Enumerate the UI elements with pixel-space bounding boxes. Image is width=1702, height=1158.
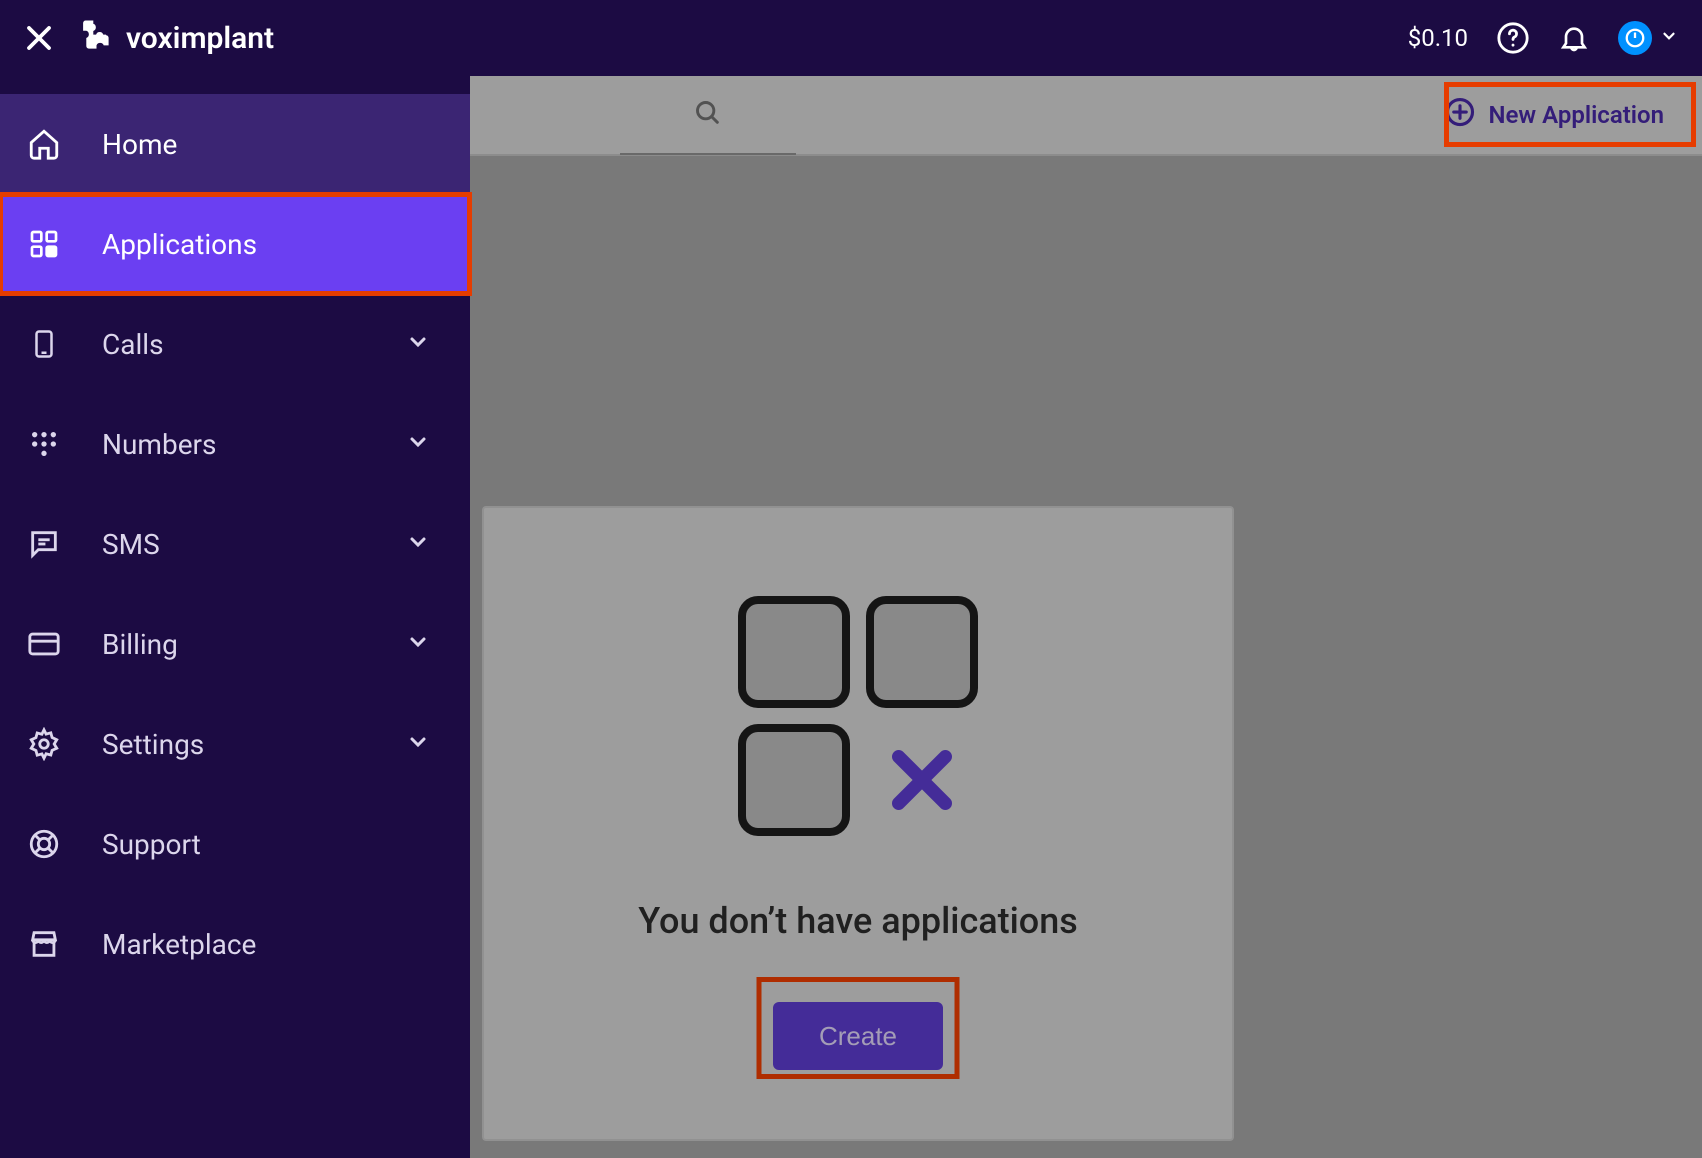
empty-applications-icon xyxy=(738,596,978,836)
sidebar-item-label: SMS xyxy=(102,528,160,561)
topbar-left: voximplant xyxy=(24,18,274,58)
brand-name: voximplant xyxy=(126,21,274,56)
card-icon xyxy=(26,626,62,662)
sidebar-item-label: Marketplace xyxy=(102,928,256,961)
brand-logo[interactable]: voximplant xyxy=(78,18,274,58)
avatar xyxy=(1618,21,1652,55)
sidebar: Home Applications Calls Numbers xyxy=(0,76,470,1158)
home-icon xyxy=(26,126,62,162)
new-application-button[interactable]: New Application xyxy=(1431,87,1678,143)
plus-circle-icon xyxy=(1445,97,1475,133)
close-button[interactable] xyxy=(24,23,54,53)
sidebar-item-applications[interactable]: Applications xyxy=(0,194,470,294)
notifications-button[interactable] xyxy=(1558,22,1590,54)
sidebar-item-label: Settings xyxy=(102,728,204,761)
chevron-down-icon xyxy=(406,328,430,361)
sidebar-item-label: Calls xyxy=(102,328,164,361)
topbar: voximplant $0.10 xyxy=(0,0,1702,76)
create-button[interactable]: Create xyxy=(773,1002,943,1070)
sidebar-item-numbers[interactable]: Numbers xyxy=(0,394,470,494)
new-application-label: New Application xyxy=(1489,101,1664,129)
phone-icon xyxy=(26,326,62,362)
sidebar-item-label: Numbers xyxy=(102,428,216,461)
sidebar-item-calls[interactable]: Calls xyxy=(0,294,470,394)
sidebar-item-support[interactable]: Support xyxy=(0,794,470,894)
balance-amount[interactable]: $0.10 xyxy=(1408,24,1468,52)
main-area: New Application You don’t have applicati… xyxy=(470,76,1702,1158)
puzzle-icon xyxy=(78,18,114,58)
sidebar-item-home[interactable]: Home xyxy=(0,94,470,194)
chevron-down-icon xyxy=(406,428,430,461)
sidebar-item-label: Applications xyxy=(102,228,257,261)
empty-state-card: You don’t have applications Create xyxy=(482,506,1234,1141)
chevron-down-icon xyxy=(1660,27,1678,49)
gear-icon xyxy=(26,726,62,762)
topbar-right: $0.10 xyxy=(1408,21,1678,55)
sidebar-item-label: Home xyxy=(102,128,177,161)
sidebar-item-marketplace[interactable]: Marketplace xyxy=(0,894,470,994)
store-icon xyxy=(26,926,62,962)
lifebuoy-icon xyxy=(26,826,62,862)
chevron-down-icon xyxy=(406,728,430,761)
account-menu[interactable] xyxy=(1618,21,1678,55)
chevron-down-icon xyxy=(406,528,430,561)
search-icon xyxy=(694,99,722,131)
toolbar: New Application xyxy=(470,76,1702,156)
sidebar-item-billing[interactable]: Billing xyxy=(0,594,470,694)
sidebar-item-label: Support xyxy=(102,828,201,861)
chevron-down-icon xyxy=(406,628,430,661)
help-button[interactable] xyxy=(1496,21,1530,55)
sidebar-item-label: Billing xyxy=(102,628,178,661)
empty-state-title: You don’t have applications xyxy=(638,900,1078,942)
applications-icon xyxy=(26,226,62,262)
dialpad-icon xyxy=(26,426,62,462)
message-icon xyxy=(26,526,62,562)
sidebar-item-settings[interactable]: Settings xyxy=(0,694,470,794)
search-input[interactable] xyxy=(620,76,796,154)
sidebar-item-sms[interactable]: SMS xyxy=(0,494,470,594)
